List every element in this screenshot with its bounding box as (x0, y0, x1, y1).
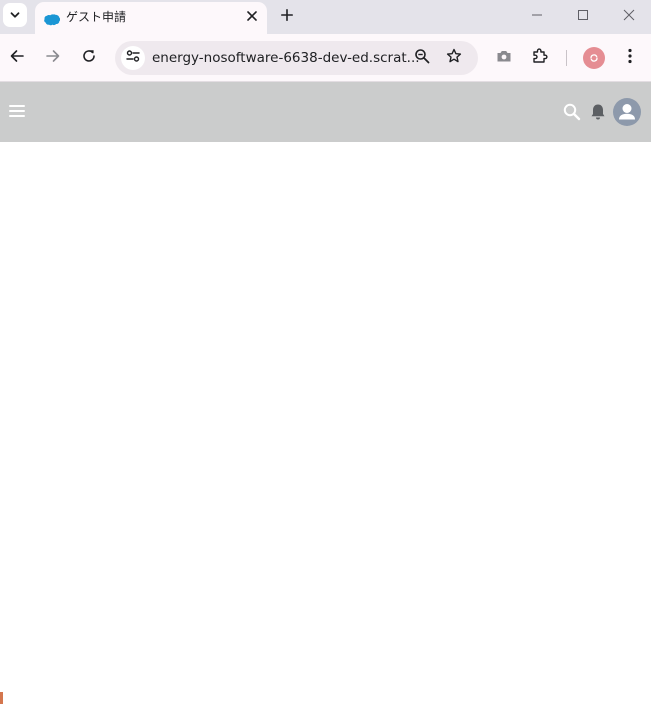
extensions-button[interactable] (528, 46, 552, 70)
tab-strip: ゲスト申請 (0, 0, 651, 34)
menu-icon (627, 48, 633, 68)
reload-button[interactable] (77, 46, 101, 70)
plus-icon (281, 6, 293, 25)
page-content (0, 142, 651, 704)
bookmark-star-icon (446, 48, 462, 68)
hamburger-menu-icon (9, 103, 25, 122)
zoom-button[interactable] (410, 46, 434, 70)
chevron-down-icon (9, 6, 21, 25)
bookmark-button[interactable] (442, 46, 466, 70)
address-bar[interactable]: energy-nosoftware-6638-dev-ed.scrat... (115, 41, 478, 75)
zoom-icon (414, 48, 430, 68)
tab-search-button[interactable] (3, 3, 27, 27)
window-close-button[interactable] (619, 5, 639, 25)
profile-icon (588, 49, 600, 68)
tab-close-icon[interactable] (243, 7, 261, 25)
extensions-icon (531, 47, 549, 69)
back-icon (9, 48, 25, 68)
search-icon (562, 103, 582, 126)
close-icon (623, 6, 635, 25)
app-header (0, 82, 651, 142)
site-info-icon (125, 48, 141, 68)
forward-icon (45, 48, 61, 68)
forward-button[interactable] (41, 46, 65, 70)
tab-title: ゲスト申請 (66, 10, 127, 24)
user-avatar-button[interactable] (613, 98, 641, 126)
screenshot-button[interactable] (492, 46, 516, 70)
toolbar-divider (566, 50, 567, 66)
search-button[interactable] (562, 102, 582, 122)
browser-tab-active[interactable]: ゲスト申請 (35, 2, 267, 34)
corner-indicator (0, 692, 3, 704)
camera-icon (496, 48, 512, 68)
back-button[interactable] (5, 46, 29, 70)
new-tab-button[interactable] (277, 5, 297, 25)
url-text[interactable]: energy-nosoftware-6638-dev-ed.scrat... (152, 50, 420, 66)
minimize-button[interactable] (527, 5, 547, 25)
browser-toolbar: energy-nosoftware-6638-dev-ed.scrat... (0, 34, 651, 82)
maximize-button[interactable] (573, 5, 593, 25)
site-info-button[interactable] (121, 46, 145, 70)
maximize-icon (577, 6, 589, 25)
reload-icon (81, 48, 97, 68)
notifications-button[interactable] (588, 102, 608, 122)
minimize-icon (531, 6, 543, 25)
hamburger-menu-button[interactable] (8, 103, 26, 121)
user-avatar-icon (613, 104, 641, 126)
notification-bell-icon (588, 104, 608, 126)
profile-button[interactable] (583, 47, 605, 69)
browser-menu-button[interactable] (618, 46, 642, 70)
salesforce-cloud-icon (44, 11, 61, 26)
